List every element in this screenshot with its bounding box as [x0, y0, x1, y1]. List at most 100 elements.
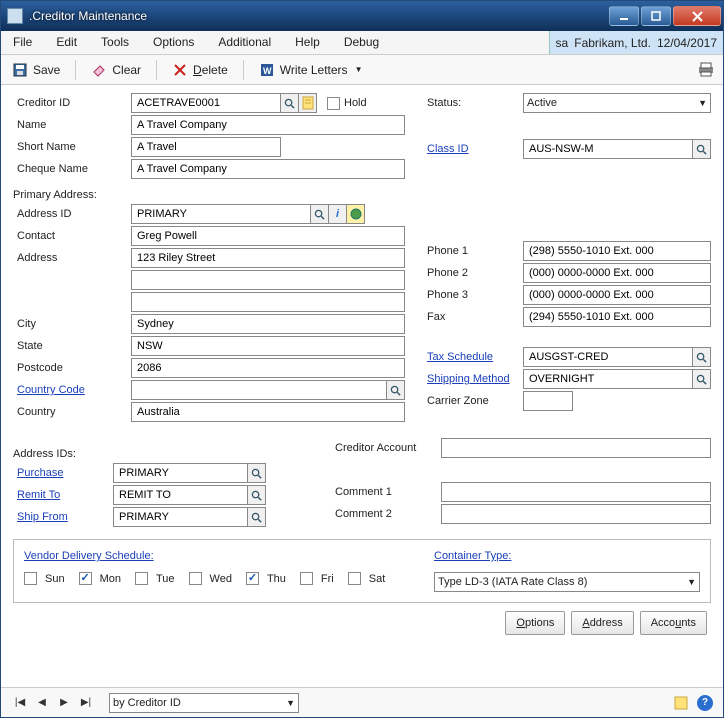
address-id-lookup[interactable]: [311, 204, 329, 224]
minimize-button[interactable]: [609, 6, 639, 26]
nav-first-button[interactable]: |◀: [11, 694, 29, 712]
country-code-field[interactable]: [131, 380, 387, 400]
save-button[interactable]: Save: [7, 59, 65, 81]
accounts-button[interactable]: Accounts: [640, 611, 707, 635]
menu-edit[interactable]: Edit: [44, 31, 89, 54]
carrier-zone-field[interactable]: [523, 391, 573, 411]
address-id-field[interactable]: [131, 204, 311, 224]
creditor-id-lookup[interactable]: [281, 93, 299, 113]
delivery-schedule-link[interactable]: Vendor Delivery Schedule:: [24, 550, 404, 562]
day-mon-checkbox[interactable]: [79, 572, 92, 585]
ship-from-lookup[interactable]: [248, 507, 266, 527]
creditor-account-field[interactable]: [441, 438, 711, 458]
hold-checkbox[interactable]: [327, 97, 340, 110]
purchase-link[interactable]: Purchase: [13, 465, 113, 481]
menu-tools[interactable]: Tools: [89, 31, 141, 54]
delete-button[interactable]: Delete: [167, 59, 233, 81]
address-button[interactable]: Address: [571, 611, 633, 635]
shipping-method-link[interactable]: Shipping Method: [423, 371, 523, 387]
chevron-down-icon: ▼: [286, 698, 295, 708]
help-icon[interactable]: ?: [697, 695, 713, 711]
menu-debug[interactable]: Debug: [332, 31, 391, 54]
ship-from-field[interactable]: [113, 507, 248, 527]
form-body: Creditor ID Hold Name Short Name: [1, 85, 723, 687]
short-name-field[interactable]: [131, 137, 281, 157]
address-info-icon[interactable]: i: [329, 204, 347, 224]
save-label: Save: [33, 63, 60, 77]
phone2-label: Phone 2: [423, 265, 523, 281]
fax-field[interactable]: [523, 307, 711, 327]
day-sun-checkbox[interactable]: [24, 572, 37, 585]
address-id-label: Address ID: [13, 206, 131, 222]
class-id-lookup[interactable]: [693, 139, 711, 159]
phone3-field[interactable]: [523, 285, 711, 305]
creditor-account-label: Creditor Account: [331, 440, 441, 456]
day-mon-label: Mon: [100, 573, 121, 585]
delivery-days: Sun Mon Tue Wed Thu Fri Sat: [24, 572, 404, 585]
clear-button[interactable]: Clear: [86, 59, 146, 81]
hold-label: Hold: [344, 97, 367, 109]
name-field[interactable]: [131, 115, 405, 135]
shipping-method-lookup[interactable]: [693, 369, 711, 389]
day-thu-checkbox[interactable]: [246, 572, 259, 585]
address-line1-field[interactable]: [131, 248, 405, 268]
options-button[interactable]: Options: [505, 611, 565, 635]
city-field[interactable]: [131, 314, 405, 334]
purchase-lookup[interactable]: [248, 463, 266, 483]
remit-to-link[interactable]: Remit To: [13, 487, 113, 503]
company-name: Fabrikam, Ltd.: [574, 36, 651, 50]
class-id-field[interactable]: [523, 139, 693, 159]
nav-prev-button[interactable]: ◀: [33, 694, 51, 712]
tax-schedule-lookup[interactable]: [693, 347, 711, 367]
day-tue-checkbox[interactable]: [135, 572, 148, 585]
address-ids-header: Address IDs:: [13, 448, 313, 460]
contact-field[interactable]: [131, 226, 405, 246]
remit-to-field[interactable]: [113, 485, 248, 505]
day-sat-checkbox[interactable]: [348, 572, 361, 585]
delete-label: Delete: [193, 63, 228, 77]
cheque-name-field[interactable]: [131, 159, 405, 179]
phone2-field[interactable]: [523, 263, 711, 283]
container-type-select[interactable]: Type LD-3 (IATA Rate Class 8)▼: [434, 572, 700, 592]
phone1-field[interactable]: [523, 241, 711, 261]
postcode-field[interactable]: [131, 358, 405, 378]
creditor-id-field[interactable]: [131, 93, 281, 113]
menu-file[interactable]: File: [1, 31, 44, 54]
address-line2-field[interactable]: [131, 270, 405, 290]
address-internet-icon[interactable]: [347, 204, 365, 224]
state-field[interactable]: [131, 336, 405, 356]
ship-from-link[interactable]: Ship From: [13, 509, 113, 525]
country-code-lookup[interactable]: [387, 380, 405, 400]
chevron-down-icon: ▼: [687, 577, 696, 587]
day-fri-checkbox[interactable]: [300, 572, 313, 585]
shipping-method-field[interactable]: [523, 369, 693, 389]
creditor-id-note-icon[interactable]: [299, 93, 317, 113]
country-code-link[interactable]: Country Code: [13, 382, 131, 398]
purchase-field[interactable]: [113, 463, 248, 483]
day-wed-label: Wed: [210, 573, 232, 585]
status-select[interactable]: Active▼: [523, 93, 711, 113]
comment1-field[interactable]: [441, 482, 711, 502]
remit-to-lookup[interactable]: [248, 485, 266, 505]
country-label: Country: [13, 404, 131, 420]
tax-schedule-link[interactable]: Tax Schedule: [423, 349, 523, 365]
print-button[interactable]: [697, 61, 715, 77]
note-icon[interactable]: [673, 695, 689, 711]
container-type-link[interactable]: Container Type:: [434, 550, 700, 562]
day-wed-checkbox[interactable]: [189, 572, 202, 585]
close-button[interactable]: [673, 6, 721, 26]
maximize-button[interactable]: [641, 6, 671, 26]
primary-address-header: Primary Address:: [13, 189, 405, 201]
nav-last-button[interactable]: ▶|: [77, 694, 95, 712]
country-field[interactable]: [131, 402, 405, 422]
menu-help[interactable]: Help: [283, 31, 332, 54]
comment2-field[interactable]: [441, 504, 711, 524]
nav-next-button[interactable]: ▶: [55, 694, 73, 712]
tax-schedule-field[interactable]: [523, 347, 693, 367]
menu-options[interactable]: Options: [141, 31, 206, 54]
sort-by-select[interactable]: by Creditor ID▼: [109, 693, 299, 713]
class-id-link[interactable]: Class ID: [423, 141, 523, 157]
address-line3-field[interactable]: [131, 292, 405, 312]
write-letters-button[interactable]: W Write Letters ▼: [254, 59, 368, 81]
menu-additional[interactable]: Additional: [206, 31, 283, 54]
